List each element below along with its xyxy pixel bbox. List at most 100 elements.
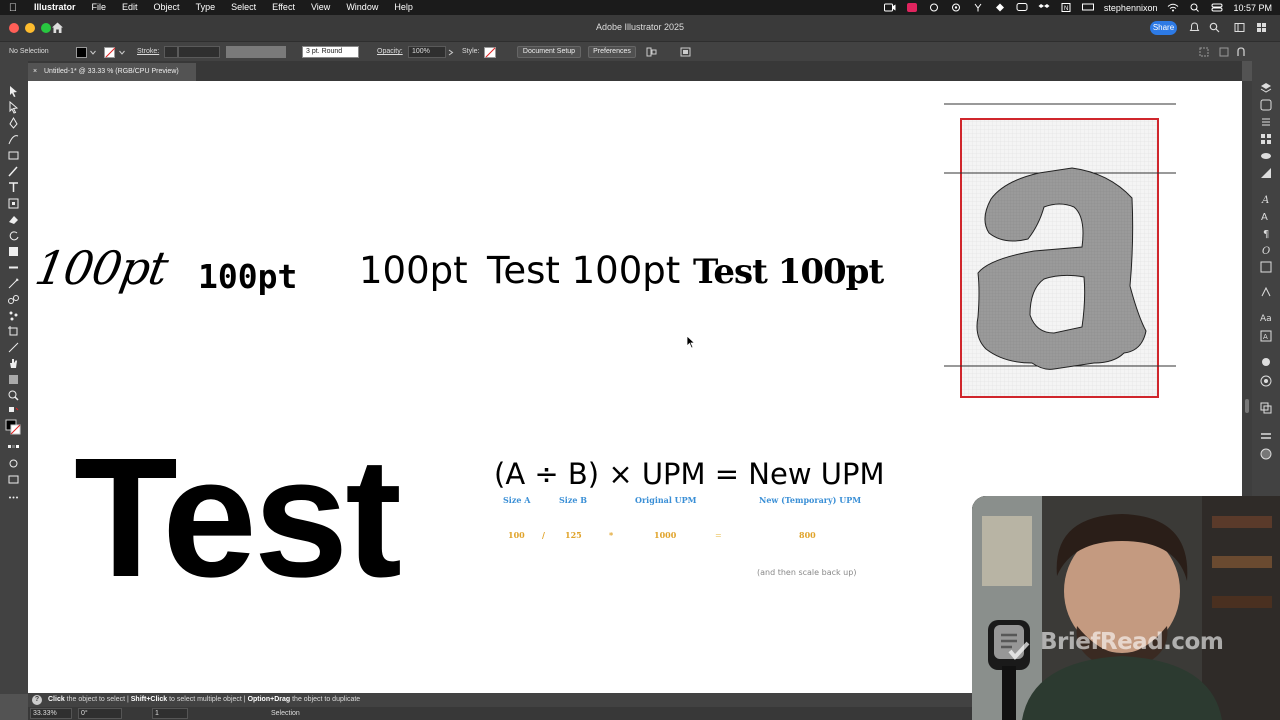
value-multiply-symbol[interactable]: * <box>609 530 613 540</box>
preferences-button[interactable]: Preferences <box>588 46 636 58</box>
fill-color-swatch[interactable] <box>76 47 87 58</box>
transform-tool-icon[interactable] <box>7 197 20 210</box>
help-icon[interactable]: ? <box>32 695 42 705</box>
large-test-text[interactable]: Test <box>74 433 402 603</box>
stroke-chevron-icon[interactable] <box>119 50 125 55</box>
artboard-tool-icon[interactable] <box>7 325 20 338</box>
search-help-icon[interactable] <box>1209 22 1220 33</box>
panel-options-icon[interactable] <box>1199 47 1209 57</box>
rotation-value[interactable]: 0° <box>81 707 88 720</box>
glyphs-icon[interactable] <box>1260 260 1272 273</box>
value-equals-symbol[interactable]: = <box>715 530 722 540</box>
menu-effect[interactable]: Effect <box>264 0 303 15</box>
camera-icon[interactable] <box>883 3 896 12</box>
curvature-tool-icon[interactable] <box>7 133 20 146</box>
brushes-icon[interactable] <box>1260 149 1272 161</box>
menubar-username[interactable]: stephennixon <box>1104 3 1158 13</box>
menubar-clock[interactable]: 10:57 PM <box>1233 3 1272 13</box>
search-icon[interactable] <box>1189 3 1201 12</box>
menu-select[interactable]: Select <box>223 0 264 15</box>
symbol-sprayer-tool-icon[interactable] <box>7 309 20 322</box>
snap-icon[interactable] <box>1236 47 1248 57</box>
dropbox-icon[interactable] <box>1038 3 1050 12</box>
direct-selection-tool-icon[interactable] <box>7 100 20 114</box>
value-size-b[interactable]: 125 <box>565 530 582 540</box>
scale-tool-icon[interactable] <box>7 245 20 258</box>
fill-stroke-indicator[interactable] <box>5 419 21 435</box>
transparency-icon[interactable] <box>1260 447 1272 460</box>
stroke-color-swatch[interactable] <box>104 47 115 58</box>
stroke-panel-icon[interactable] <box>1260 429 1272 441</box>
layers-icon[interactable] <box>1260 81 1272 93</box>
opacity-label[interactable]: Opacity: <box>377 42 403 62</box>
menu-type[interactable]: Type <box>188 0 224 15</box>
character-icon[interactable]: A <box>1260 209 1272 223</box>
value-divide-symbol[interactable]: / <box>542 530 545 540</box>
menu-help[interactable]: Help <box>386 0 421 15</box>
document-tab[interactable]: × Untitled-1* @ 33.33 % (RGB/CPU Preview… <box>28 63 196 81</box>
brush-definition-dropdown[interactable]: 3 pt. Round <box>302 46 359 58</box>
type-tool-icon[interactable] <box>7 181 20 194</box>
notion-icon[interactable]: N <box>1060 3 1072 12</box>
apple-menu-icon[interactable]:  <box>0 2 26 14</box>
align-icon[interactable] <box>646 47 657 57</box>
menu-app-name[interactable]: Illustrator <box>26 0 84 15</box>
close-tab-icon[interactable]: × <box>33 63 37 81</box>
pen-tool-icon[interactable] <box>7 117 20 130</box>
opacity-arrow-icon[interactable] <box>448 49 454 56</box>
creative-cloud-icon[interactable] <box>906 3 918 12</box>
value-size-a[interactable]: 100 <box>508 530 525 540</box>
stroke-weight-stepper[interactable] <box>164 46 178 58</box>
document-setup-button[interactable]: Document Setup <box>517 46 581 58</box>
diamond-icon[interactable] <box>994 3 1006 12</box>
graphic-style-swatch[interactable] <box>484 47 496 58</box>
scrollbar-thumb[interactable] <box>1245 399 1249 413</box>
test-blackletter-sample-text[interactable]: Test 100pt <box>693 252 884 292</box>
touch-type-icon[interactable]: Aa <box>1260 310 1272 324</box>
more-tools-icon[interactable] <box>7 491 20 504</box>
sans-sample-text[interactable]: 100pt <box>359 249 468 292</box>
notifications-icon[interactable] <box>1189 22 1200 33</box>
scale-back-note[interactable]: (and then scale back up) <box>757 568 856 577</box>
eraser-tool-icon[interactable] <box>7 213 20 226</box>
color-mode-icon[interactable] <box>7 441 20 454</box>
chat-icon[interactable] <box>1016 3 1028 12</box>
libraries-icon[interactable] <box>1260 98 1272 111</box>
width-tool-icon[interactable] <box>7 261 20 274</box>
fill-chevron-icon[interactable] <box>90 50 96 55</box>
glyph-a-artwork[interactable] <box>944 101 1180 401</box>
character-styles-icon[interactable]: A <box>1260 192 1272 206</box>
sync-icon[interactable] <box>928 3 940 12</box>
gradient-tool-icon[interactable] <box>7 373 20 386</box>
workspace-icon[interactable] <box>1234 22 1245 33</box>
menu-object[interactable]: Object <box>146 0 188 15</box>
mono-sample-text[interactable]: 100pt <box>198 257 297 296</box>
zoom-level[interactable]: 33.33% <box>33 707 57 720</box>
arrange-icon[interactable] <box>1219 47 1229 57</box>
opacity-field[interactable]: 100% <box>408 46 446 58</box>
gradient-icon[interactable] <box>1260 166 1272 178</box>
test-sans-sample-text[interactable]: Test 100pt <box>487 249 680 292</box>
wifi-icon[interactable] <box>1167 3 1179 12</box>
menu-file[interactable]: File <box>84 0 115 15</box>
label-size-a[interactable]: Size A <box>503 495 530 505</box>
artboard-number[interactable]: 1 <box>155 707 159 720</box>
display-icon[interactable] <box>1081 3 1094 12</box>
arrange-documents-icon[interactable] <box>1256 22 1267 33</box>
stroke-label[interactable]: Stroke: <box>137 42 159 62</box>
paintbrush-tool-icon[interactable] <box>7 165 20 178</box>
artboards-icon[interactable] <box>1260 401 1272 414</box>
branch-icon[interactable] <box>972 3 984 12</box>
draw-mode-icon[interactable] <box>7 457 20 470</box>
stats-icon[interactable] <box>950 3 962 12</box>
graphic-styles-icon[interactable] <box>1260 374 1272 387</box>
stroke-weight-field[interactable] <box>178 46 220 58</box>
script-sample-text[interactable]: 100pt <box>31 241 171 295</box>
variable-font-icon[interactable]: A <box>1260 329 1272 342</box>
screen-mode-icon[interactable] <box>7 473 20 486</box>
menu-view[interactable]: View <box>303 0 338 15</box>
rotate-tool-icon[interactable] <box>7 229 20 242</box>
menu-edit[interactable]: Edit <box>114 0 146 15</box>
share-button[interactable]: Share <box>1150 21 1177 35</box>
transform-icon[interactable] <box>680 47 691 57</box>
